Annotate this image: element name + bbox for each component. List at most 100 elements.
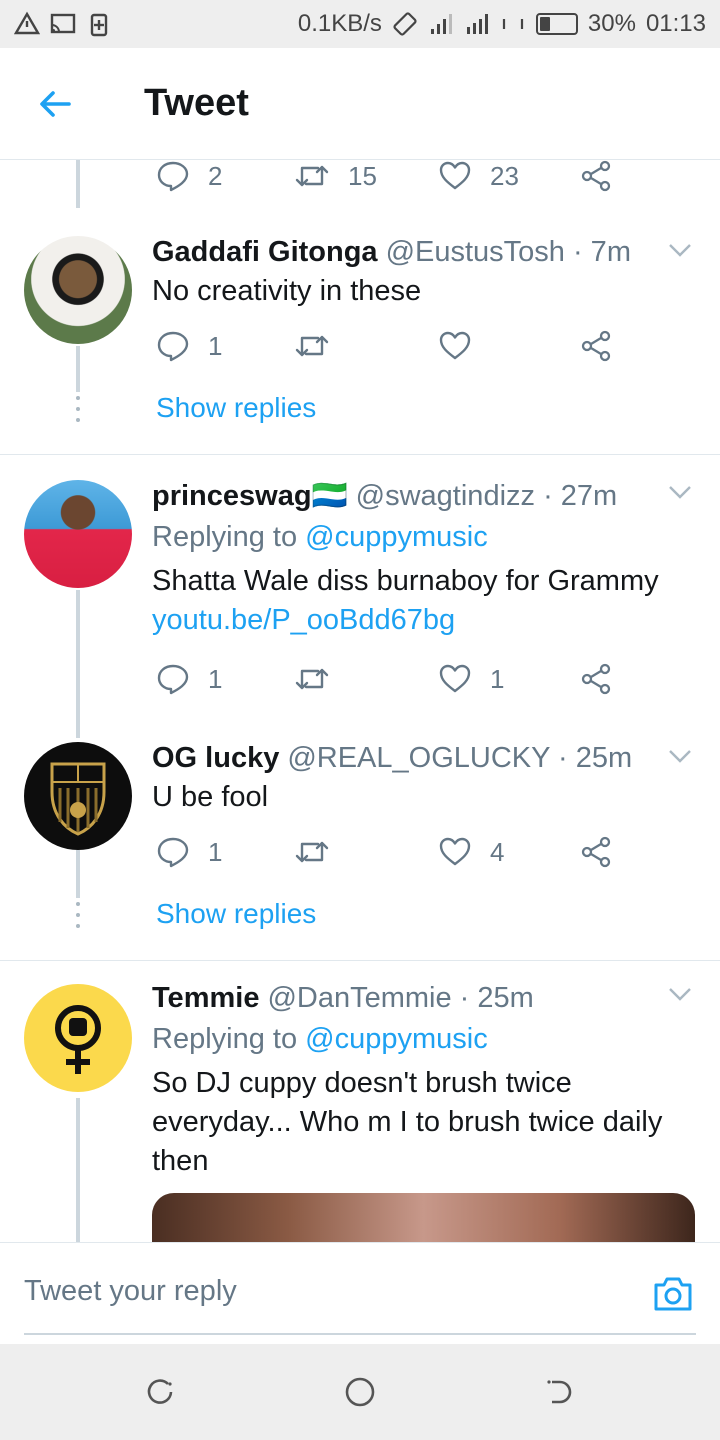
like-count: 23 (490, 160, 519, 191)
reply-icon (157, 161, 189, 192)
retweet-button[interactable] (294, 659, 330, 699)
page-title: Tweet (144, 82, 249, 124)
author-name[interactable]: Temmie (152, 982, 259, 1015)
author-handle-time: @DanTemmie · 25m (267, 981, 534, 1014)
back-button[interactable] (0, 48, 110, 160)
thread-line (76, 1098, 80, 1242)
share-button[interactable] (580, 659, 612, 699)
tweet-text-line: then (152, 1145, 209, 1177)
tweet-actions: 2 15 23 (152, 160, 622, 196)
status-bar-left (14, 11, 112, 37)
avatar[interactable] (24, 984, 132, 1092)
clock: 01:13 (645, 10, 706, 37)
tweet-author-line: Gaddafi Gitonga @EustusTosh · 7m (152, 232, 700, 272)
avatar[interactable] (24, 236, 132, 344)
feminism-fist-icon (55, 1005, 101, 1074)
share-icon (581, 160, 611, 192)
show-replies-link[interactable]: Show replies (156, 898, 316, 930)
back-nav-icon[interactable] (542, 1374, 578, 1410)
tweet-actions: 1 4 (152, 832, 622, 872)
reply-input-underline (24, 1333, 696, 1335)
tweet-text-line: everyday... Who m I to brush twice daily (152, 1106, 663, 1138)
heart-icon (439, 837, 471, 866)
battery-saver-icon (90, 13, 108, 37)
system-nav-bar (0, 1344, 720, 1440)
thread-line (76, 850, 80, 898)
chevron-down-icon[interactable] (666, 236, 694, 264)
retweet-icon (295, 165, 329, 187)
reply-button[interactable]: 1 (156, 659, 222, 699)
reply-icon (157, 331, 189, 362)
home-icon[interactable] (342, 1374, 378, 1410)
reply-button[interactable]: 1 (156, 326, 222, 366)
like-count: 4 (490, 836, 505, 867)
author-name[interactable]: princeswag (152, 480, 312, 513)
avatar[interactable] (24, 480, 132, 588)
reply-composer: Tweet your reply (0, 1242, 720, 1344)
tweet-text: Shatta Wale diss burnaboy for Grammy (152, 565, 659, 597)
reply-count: 1 (208, 836, 223, 867)
recent-apps-icon[interactable] (142, 1374, 178, 1410)
retweet-count: 15 (348, 160, 377, 191)
share-button[interactable] (580, 326, 612, 366)
tweet-link[interactable]: youtu.be/P_ooBdd67bg (152, 601, 700, 640)
replying-to-line: Replying to @cuppymusic (152, 1018, 700, 1060)
retweet-icon (295, 841, 329, 863)
retweet-button[interactable]: 15 (294, 160, 377, 196)
flag-emoji: 🇸🇱 (311, 480, 348, 512)
thread-dots (74, 902, 82, 928)
tweet-actions: 1 1 (152, 659, 622, 699)
camera-icon[interactable] (652, 1273, 694, 1315)
tweet-text: No creativity in these (152, 275, 422, 307)
reply-button[interactable]: 1 (156, 832, 222, 872)
show-replies-link[interactable]: Show replies (156, 392, 316, 424)
tweet-content: princeswag 🇸🇱 @swagtindizz · 27m Replyin… (152, 476, 700, 640)
tweet-text: U be fool (152, 781, 269, 813)
share-icon (581, 330, 611, 362)
chevron-down-icon[interactable] (666, 980, 694, 1008)
status-bar: 0.1KB/s 30% 01:13 (0, 0, 720, 48)
like-button[interactable] (438, 326, 472, 366)
tweet-author-line: OG lucky @REAL_OGLUCKY · 25m (152, 738, 700, 778)
reply-input[interactable]: Tweet your reply (24, 1275, 237, 1308)
tweet-content: Gaddafi Gitonga @EustusTosh · 7m No crea… (152, 232, 700, 311)
tweet-content: Temmie @DanTemmie · 25m Replying to @cup… (152, 978, 700, 1181)
author-name[interactable]: Gaddafi Gitonga (152, 236, 378, 269)
replying-to-line: Replying to @cuppymusic (152, 516, 700, 558)
share-button[interactable] (580, 832, 612, 872)
replying-to-label: Replying to (152, 521, 298, 553)
heart-icon (439, 664, 471, 693)
author-name[interactable]: OG lucky (152, 742, 279, 775)
share-icon (581, 663, 611, 695)
retweet-button[interactable] (294, 832, 330, 872)
like-button[interactable]: 1 (438, 659, 504, 699)
heart-icon (439, 161, 471, 190)
reply-count: 1 (208, 330, 223, 361)
like-count: 1 (490, 663, 505, 694)
like-button[interactable]: 23 (438, 160, 519, 196)
chevron-down-icon[interactable] (666, 742, 694, 770)
reply-button[interactable]: 2 (156, 160, 222, 196)
battery-percent: 30% (587, 10, 636, 37)
tweet-media-image[interactable] (152, 1193, 695, 1242)
share-button[interactable] (580, 160, 612, 196)
signal-icon (430, 14, 452, 34)
thread-line (76, 590, 80, 738)
author-handle-time: @REAL_OGLUCKY · 25m (287, 741, 633, 774)
chevron-down-icon[interactable] (666, 478, 694, 506)
author-handle-time: @EustusTosh · 7m (385, 235, 631, 268)
status-bar-right: 0.1KB/s 30% 01:13 (298, 10, 706, 38)
heart-icon (439, 331, 471, 360)
retweet-button[interactable] (294, 326, 330, 366)
reply-feed[interactable]: 2 15 23 Gaddafi Gitonga @EustusTosh · 7m… (0, 160, 720, 1242)
warning-icon (14, 11, 40, 35)
like-button[interactable]: 4 (438, 832, 504, 872)
avatar[interactable] (24, 742, 132, 850)
thread-dots (74, 396, 82, 422)
tweet-text-line: So DJ cuppy doesn't brush twice (152, 1067, 572, 1099)
replying-to-handle[interactable]: @cuppymusic (305, 521, 488, 553)
retweet-icon (295, 668, 329, 690)
replying-to-handle[interactable]: @cuppymusic (305, 1023, 488, 1055)
club-crest-icon (50, 762, 106, 836)
tweet-author-line: princeswag 🇸🇱 @swagtindizz · 27m (152, 476, 700, 516)
